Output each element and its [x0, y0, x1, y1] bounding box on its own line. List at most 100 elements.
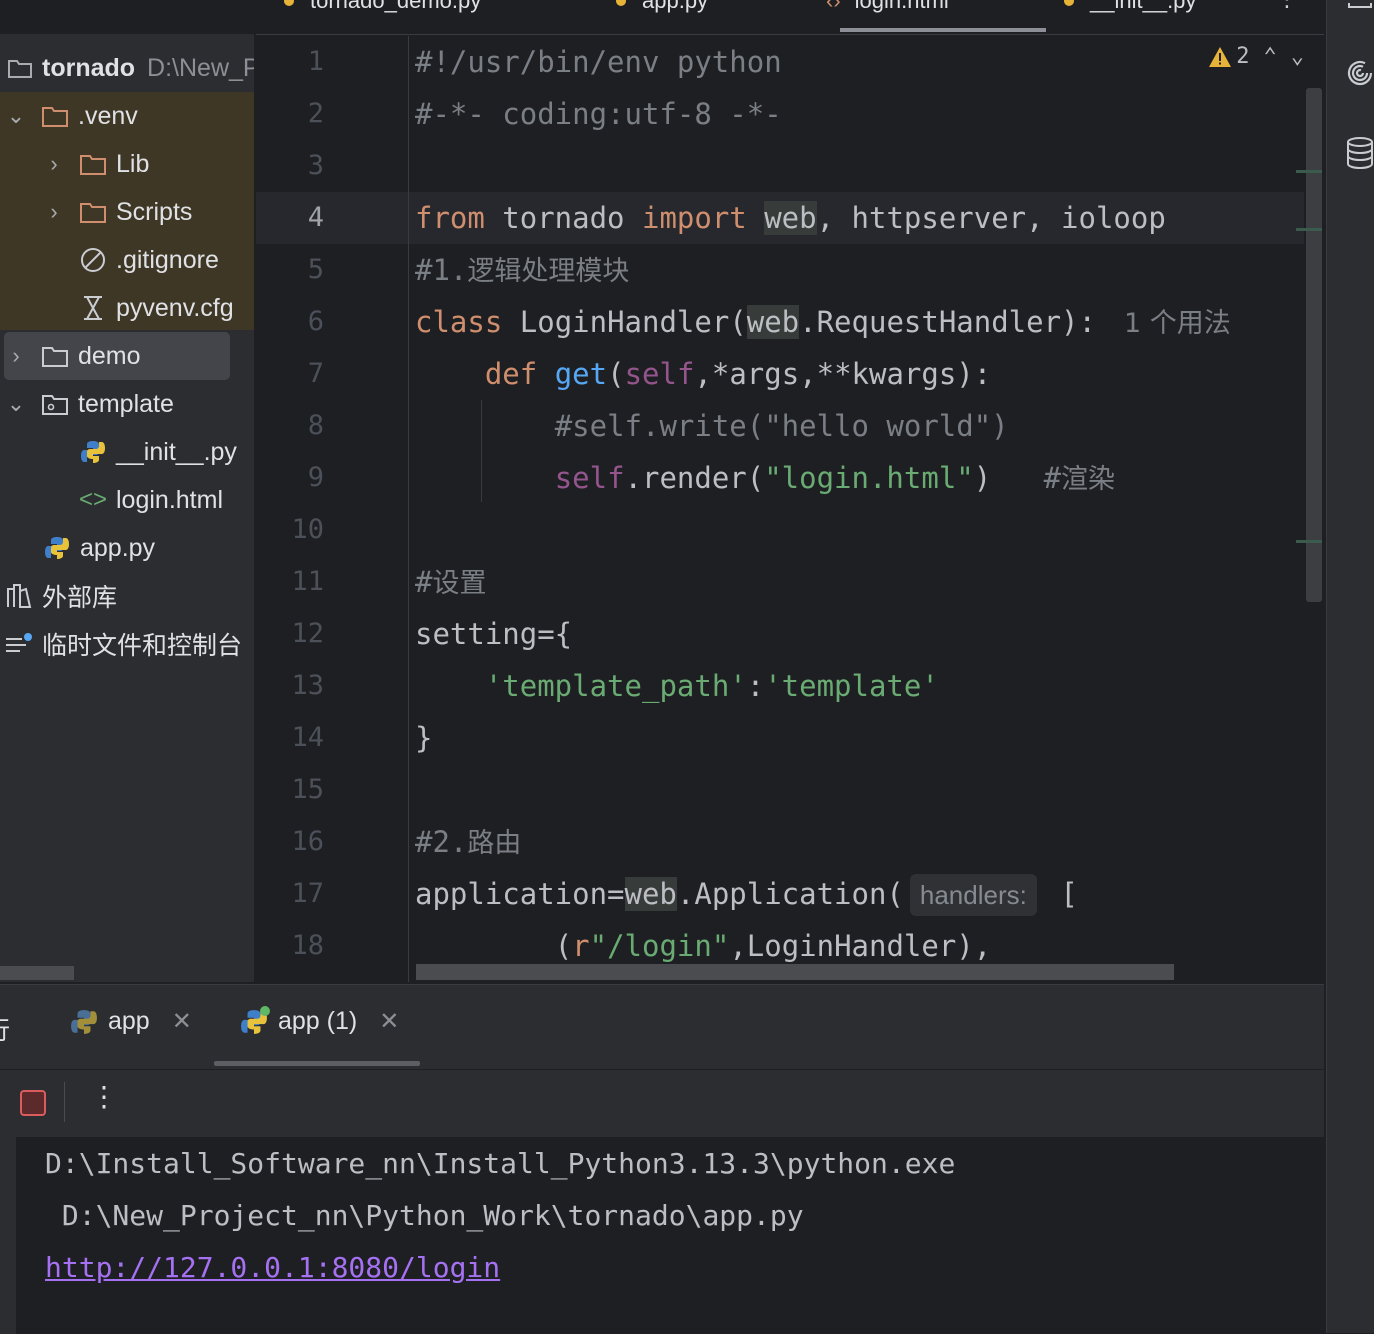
string-literal: "login.html": [764, 461, 974, 495]
line-number-current: 4: [307, 202, 324, 233]
tab-label: __init__.py: [1090, 0, 1197, 13]
template-folder-icon: [40, 391, 70, 417]
line-number: 12: [291, 618, 324, 649]
more-tabs-icon[interactable]: ⋮: [1276, 0, 1298, 12]
active-tab-indicator: [840, 28, 1046, 32]
line-number: 6: [307, 306, 324, 337]
tree-item-scratches[interactable]: 临时文件和控制台: [4, 620, 242, 668]
tree-item-label: demo: [78, 341, 141, 370]
line-number: 11: [291, 566, 324, 597]
line-number: 13: [291, 670, 324, 701]
dict-key: 'template_path': [484, 669, 747, 703]
tree-item-login-html[interactable]: <> login.html: [78, 476, 223, 524]
code-editor[interactable]: 1 2 3 4 5 6 7 8 9 10 11 12 13 14 15 16 1…: [256, 36, 1324, 982]
module-name: tornado: [484, 201, 642, 235]
close-icon[interactable]: ✕: [379, 1007, 399, 1036]
tree-item-template[interactable]: ⌄ template: [4, 380, 174, 428]
python-run-icon: [71, 1009, 97, 1034]
database-icon[interactable]: [1345, 136, 1374, 170]
tree-item-init-py[interactable]: __init__.py: [78, 428, 237, 476]
project-tool-window: tornado D:\New_Project_nn\Python_Work\to…: [0, 34, 254, 982]
chevron-up-icon[interactable]: ⌃: [1264, 44, 1277, 69]
notifications-icon[interactable]: [1345, 0, 1374, 10]
tab-init-py[interactable]: __init__.py: [1064, 0, 1196, 16]
method-call: .render(: [624, 461, 765, 495]
close-icon[interactable]: ✕: [172, 1007, 192, 1036]
colon: :: [746, 669, 765, 703]
chevron-right-icon[interactable]: ›: [42, 199, 66, 224]
comment-prefix: #2.: [415, 825, 468, 859]
tab-label: app.py: [642, 0, 709, 13]
tree-item-venv[interactable]: ⌄ .venv: [4, 92, 138, 140]
tree-item-pyvenv-cfg[interactable]: pyvenv.cfg: [78, 284, 234, 332]
run-tool-window: 运行 app ✕ app (1) ✕ ⋮ D:\Install_Software…: [0, 984, 1324, 1334]
tree-item-label: login.html: [116, 485, 223, 514]
paren-open: (: [554, 929, 573, 963]
dict-value: 'template': [764, 669, 939, 703]
run-tab-app-1[interactable]: app (1) ✕: [240, 1005, 399, 1036]
chevron-down-icon[interactable]: ⌄: [1291, 44, 1304, 69]
project-root[interactable]: tornado D:\New_Project_nn\Python_Work\to…: [6, 44, 254, 92]
line-number: 9: [307, 462, 324, 493]
code-line-13: 'template_path':'template': [415, 660, 939, 712]
line-number: 2: [307, 98, 324, 129]
comment-text: 路由: [467, 828, 522, 859]
comment-prefix: #: [415, 565, 433, 599]
editor-horizontal-scrollbar[interactable]: [416, 964, 1174, 980]
tree-item-label: 临时文件和控制台: [42, 632, 243, 660]
tree-item-lib[interactable]: › Lib: [42, 140, 149, 188]
identifier-web: web: [624, 877, 677, 911]
chevron-down-icon[interactable]: ⌄: [4, 391, 28, 416]
warning-indicator[interactable]: 2: [1208, 44, 1250, 69]
run-tab-app[interactable]: app ✕: [70, 1007, 192, 1036]
self-ref: self: [554, 461, 625, 495]
change-marker[interactable]: [1296, 170, 1322, 173]
assignment: application=: [415, 877, 625, 911]
tree-item-app-py[interactable]: app.py: [42, 524, 155, 572]
code-line-1: #!/usr/bin/env python: [415, 45, 782, 79]
ai-assistant-icon[interactable]: [1345, 58, 1374, 88]
html-file-icon: ‹›: [826, 0, 841, 13]
tab-login-html[interactable]: ‹› login.html: [826, 0, 949, 16]
python-file-icon: [42, 535, 72, 561]
identifier-web: web: [764, 201, 817, 235]
console-link[interactable]: http://127.0.0.1:8080/login: [45, 1251, 500, 1284]
root-path: D:\New_Project_nn\Python_Work\tornado: [147, 53, 254, 82]
line-number: 16: [291, 826, 324, 857]
tab-app-py[interactable]: app.py: [616, 0, 708, 16]
project-horizontal-scrollbar[interactable]: [0, 966, 74, 980]
code-line-14: }: [415, 721, 433, 755]
tree-item-gitignore[interactable]: .gitignore: [78, 236, 219, 284]
console-output[interactable]: D:\Install_Software_nn\Install_Python3.1…: [16, 1137, 1324, 1334]
line-number: 14: [291, 722, 324, 753]
paren-close: ): [973, 461, 992, 495]
tree-item-external-libraries[interactable]: 外部库: [4, 572, 117, 620]
inspection-widget[interactable]: 2 ⌃ ⌄: [1208, 44, 1304, 69]
more-actions-icon[interactable]: ⋮: [90, 1080, 118, 1113]
change-marker[interactable]: [1296, 540, 1322, 543]
tree-item-scripts[interactable]: › Scripts: [42, 188, 192, 236]
chevron-down-icon[interactable]: ⌄: [4, 103, 28, 128]
kw-def: def: [484, 357, 538, 391]
chevron-right-icon[interactable]: ›: [42, 151, 66, 176]
chevron-right-icon[interactable]: ›: [4, 343, 28, 368]
stop-button[interactable]: [20, 1090, 46, 1116]
editor-vertical-scrollbar[interactable]: [1306, 88, 1322, 602]
console-line: D:\Install_Software_nn\Install_Python3.1…: [45, 1147, 956, 1180]
line-number: 7: [307, 358, 324, 389]
usages-hint[interactable]: 1 个用法: [1124, 308, 1231, 339]
code-line-2: #-*- coding:utf-8 -*-: [415, 97, 782, 131]
change-marker[interactable]: [1296, 228, 1322, 231]
tree-item-label: .venv: [78, 101, 138, 130]
root-name: tornado: [42, 53, 136, 82]
tab-tornado-demo[interactable]: tornado_demo.py: [284, 0, 481, 16]
code-line-8: #self.write("hello world"): [415, 400, 1009, 452]
warning-icon: [1209, 46, 1232, 67]
line-number: 3: [307, 150, 324, 181]
tree-item-demo[interactable]: › demo: [4, 332, 230, 380]
raw-prefix: r: [572, 929, 590, 963]
